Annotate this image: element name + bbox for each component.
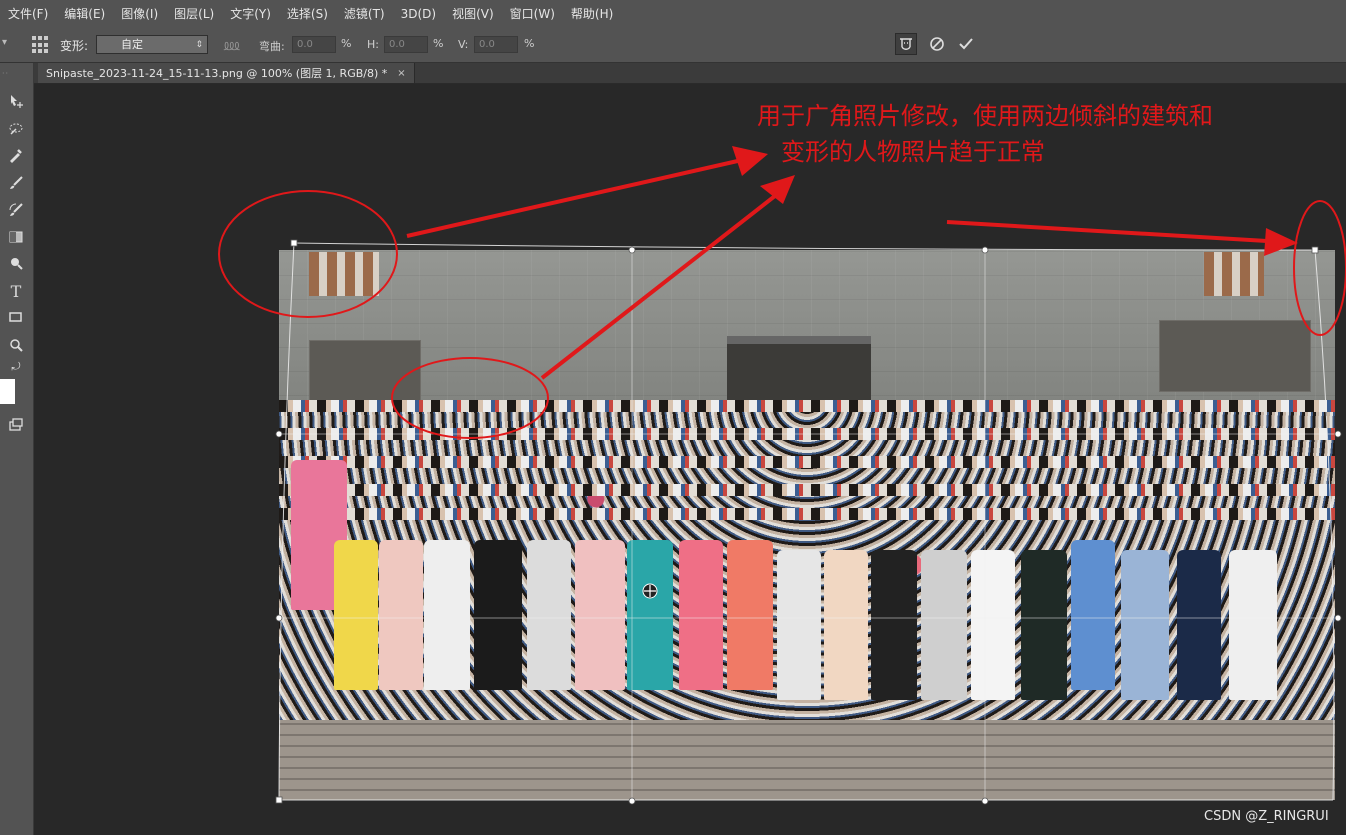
warp-right-edge [1314,249,1335,801]
warp-handle[interactable] [275,614,283,622]
corner-handle[interactable] [275,796,283,804]
corner-handle[interactable] [290,239,298,247]
watermark: CSDN @Z_RINGRUI [1204,809,1329,824]
warp-grid [278,242,1338,801]
annotation-text-line2: 变形的人物照片趋于正常 [781,138,1045,166]
warp-left-edge [278,242,295,801]
warp-handle[interactable] [1334,614,1342,622]
arrowhead [732,146,768,176]
annotation-arrow-shaft [540,190,782,380]
annotation-ellipse-crowd [391,357,549,439]
warp-handle[interactable] [981,246,989,254]
arrowhead [760,175,795,204]
corner-handle[interactable] [1311,246,1319,254]
move-handle-icon[interactable] [642,583,658,599]
annotation-arrow-shaft [946,220,1285,244]
warp-handle[interactable] [275,430,283,438]
annotation-ellipse-top-left [218,190,398,318]
warp-top-edge [293,242,1316,251]
warp-handle[interactable] [1334,430,1342,438]
warp-handle[interactable] [628,797,636,805]
warp-handles [275,239,1342,805]
arrowhead [1264,228,1298,256]
annotation-arrow-shaft [406,158,743,238]
warp-handle[interactable] [981,797,989,805]
annotation-text-line1: 用于广角照片修改，使用两边倾斜的建筑和 [757,102,1213,130]
warp-handle[interactable] [628,246,636,254]
